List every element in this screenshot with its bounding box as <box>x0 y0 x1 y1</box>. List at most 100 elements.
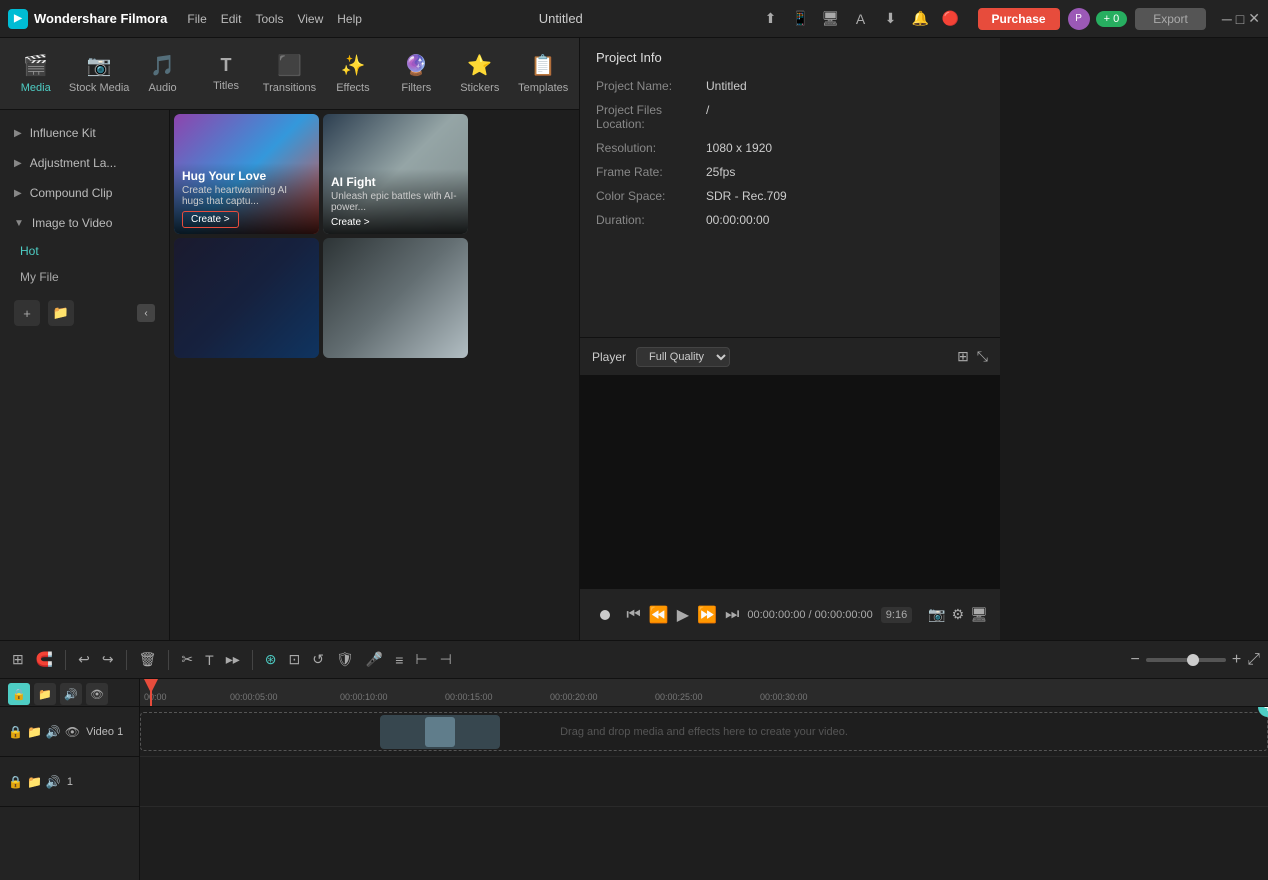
tab-stock-media[interactable]: 📷 Stock Media <box>67 42 130 106</box>
close-button[interactable]: ✕ <box>1248 10 1260 27</box>
info-row-resolution: Resolution: 1080 x 1920 <box>596 141 984 155</box>
card-create-fight[interactable]: Create > <box>331 217 370 228</box>
undo-button[interactable]: ↩ <box>74 647 94 672</box>
project-info-title: Project Info <box>596 50 984 65</box>
tl-audio-all[interactable]: 🔊 <box>60 683 82 705</box>
bell-icon[interactable]: 🔔 <box>910 8 932 30</box>
drop-zone[interactable]: Drag and drop media and effects here to … <box>140 712 1268 751</box>
zoom-out-button[interactable]: − <box>1131 651 1140 669</box>
track-name-audio1: 1 <box>67 776 73 788</box>
media-card-4[interactable] <box>323 238 468 358</box>
notification-dot[interactable]: 🔴 <box>940 8 962 30</box>
folder-icon[interactable]: 📁 <box>27 725 42 739</box>
menu-view[interactable]: View <box>297 12 323 26</box>
tab-media[interactable]: 🎬 Media <box>4 42 67 106</box>
redo-button[interactable]: ↪ <box>98 647 118 672</box>
trim-button[interactable]: ⊣ <box>436 647 456 672</box>
toolbar-separator <box>252 650 253 670</box>
quality-select[interactable]: Full Quality <box>636 347 730 367</box>
chevron-icon: ▶ <box>14 128 22 139</box>
tl-folder-all[interactable]: 📁 <box>34 683 56 705</box>
eye-icon[interactable]: 👁 <box>65 725 80 739</box>
timeline-toolbar: ⊞ 🧲 ↩ ↪ 🗑 ✂ T ▸▸ ⊛ ⊡ ↺ 🛡 🎤 ≡ ⊢ ⊣ − + ⤢ <box>0 641 1268 679</box>
minimize-button[interactable]: ─ <box>1222 11 1232 27</box>
tl-lock-all[interactable]: 🔒 <box>8 683 30 705</box>
snapshot-icon[interactable]: 📷 <box>928 606 945 623</box>
zoom-fit-button[interactable]: ⤢ <box>1247 651 1260 669</box>
more-button[interactable]: ▸▸ <box>222 647 244 672</box>
crop-button[interactable]: ⊡ <box>285 647 305 672</box>
pip-icon[interactable]: 🖥 <box>970 606 988 623</box>
text-button[interactable]: T <box>201 648 218 672</box>
tab-audio-label: Audio <box>149 82 177 94</box>
tab-audio[interactable]: 🎵 Audio <box>131 42 194 106</box>
cut-button[interactable]: ✂ <box>177 647 197 672</box>
magnet-button[interactable]: 🧲 <box>32 647 57 672</box>
folder-icon[interactable]: 📁 <box>27 775 42 789</box>
split-button[interactable]: ⊢ <box>411 647 431 672</box>
export-button[interactable]: Export <box>1135 8 1206 30</box>
collapse-sidebar-button[interactable]: ‹ <box>137 304 155 322</box>
scene-detect-button[interactable]: ⊞ <box>8 647 28 672</box>
sidebar-item-influence-kit[interactable]: ▶ Influence Kit <box>0 118 169 148</box>
menu-tools[interactable]: Tools <box>255 12 283 26</box>
tab-templates[interactable]: 📋 Templates <box>512 42 575 106</box>
lock-icon[interactable]: 🔒 <box>8 725 23 739</box>
info-value-duration: 00:00:00:00 <box>706 213 769 227</box>
sidebar-item-image-to-video[interactable]: ▼ Image to Video <box>0 208 169 238</box>
audio-track-button[interactable]: ≡ <box>391 648 407 672</box>
user-avatar[interactable]: P <box>1068 8 1090 30</box>
sidebar-sub-hot[interactable]: Hot <box>0 238 169 264</box>
tab-stickers[interactable]: ⭐ Stickers <box>448 42 511 106</box>
speed-button[interactable]: ↺ <box>308 647 328 672</box>
media-card-3[interactable] <box>174 238 319 358</box>
media-card-fight[interactable]: AI Fight Unleash epic battles with AI-po… <box>323 114 468 234</box>
progress-bar[interactable] <box>600 613 610 617</box>
maximize-button[interactable]: □ <box>1236 11 1244 27</box>
phone-icon[interactable]: 📱 <box>790 8 812 30</box>
share-icon[interactable]: ⬆ <box>760 8 782 30</box>
audio-icon[interactable]: 🔊 <box>46 725 61 739</box>
text-icon[interactable]: A <box>850 8 872 30</box>
progress-thumb[interactable] <box>600 610 610 620</box>
tl-visible-all[interactable]: 👁 <box>86 683 108 705</box>
tab-effects[interactable]: ✨ Effects <box>321 42 384 106</box>
play-button[interactable]: ▶ <box>677 605 689 625</box>
fps-display: 9:16 <box>881 607 912 623</box>
settings-icon[interactable]: ⚙ <box>952 606 965 623</box>
step-back-button[interactable]: ⏪ <box>649 605 669 625</box>
grid-view-icon[interactable]: ⊞ <box>957 348 969 365</box>
open-folder-button[interactable]: 📁 <box>48 300 74 326</box>
lock-icon[interactable]: 🔒 <box>8 775 23 789</box>
menu-help[interactable]: Help <box>337 12 362 26</box>
ruler-spacer: 🔒 📁 🔊 👁 <box>0 679 139 707</box>
media-card-hug[interactable]: Hug Your Love Create heartwarming AI hug… <box>174 114 319 234</box>
delete-button[interactable]: 🗑 <box>135 647 161 672</box>
ripple-edit-button[interactable]: ⊛ <box>261 647 281 672</box>
zoom-slider[interactable] <box>1146 658 1226 662</box>
sidebar-item-compound-clip[interactable]: ▶ Compound Clip <box>0 178 169 208</box>
chevron-down-icon: ▼ <box>14 218 24 229</box>
skip-forward-button[interactable]: ⏭ <box>725 606 739 624</box>
download-icon[interactable]: ⬇ <box>880 8 902 30</box>
fullscreen-icon[interactable]: ⤡ <box>977 348 988 365</box>
card-create-hug[interactable]: Create > <box>182 211 239 228</box>
chevron-icon: ▶ <box>14 158 22 169</box>
video-clip[interactable] <box>380 715 500 749</box>
step-forward-button[interactable]: ⏩ <box>697 605 717 625</box>
monitor-icon[interactable]: 🖥 <box>820 8 842 30</box>
sidebar-sub-my-file[interactable]: My File <box>0 264 169 290</box>
skip-back-button[interactable]: ⏮ <box>626 606 640 624</box>
shield-button[interactable]: 🛡 <box>332 647 358 672</box>
sidebar-item-adjustment[interactable]: ▶ Adjustment La... <box>0 148 169 178</box>
purchase-button[interactable]: Purchase <box>978 8 1060 30</box>
mic-button[interactable]: 🎤 <box>362 647 387 672</box>
tab-titles[interactable]: T Titles <box>194 42 257 106</box>
add-folder-button[interactable]: + <box>14 300 40 326</box>
zoom-in-button[interactable]: + <box>1232 651 1241 669</box>
tab-transitions[interactable]: ⬛ Transitions <box>258 42 321 106</box>
menu-file[interactable]: File <box>187 12 206 26</box>
menu-edit[interactable]: Edit <box>221 12 242 26</box>
audio-icon[interactable]: 🔊 <box>46 775 61 789</box>
tab-filters[interactable]: 🔮 Filters <box>385 42 448 106</box>
